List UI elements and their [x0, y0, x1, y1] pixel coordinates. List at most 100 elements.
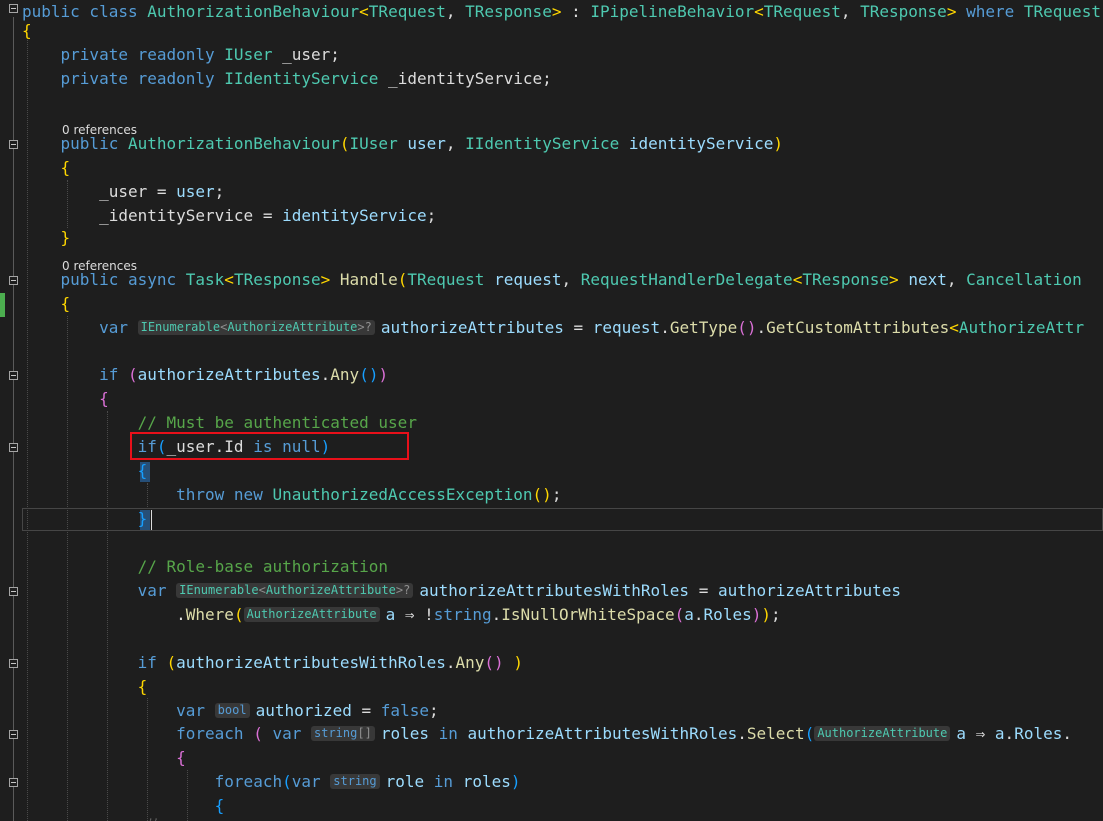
- code-token: authorizeAttributes: [137, 365, 321, 384]
- code-token: // Role-base authorization: [137, 557, 389, 576]
- code-token: IPipelineBehavior: [590, 2, 755, 21]
- fold-toggle-if-roles[interactable]: [9, 659, 18, 668]
- code-token: <: [754, 2, 764, 21]
- scroll-artifact: ,,: [148, 813, 159, 821]
- code-token: TRequest: [763, 2, 841, 21]
- code-token: ;: [214, 182, 225, 201]
- code-token: AuthorizationBehaviour: [147, 2, 360, 21]
- text-caret: [151, 510, 152, 530]
- code-token: public class: [22, 2, 148, 21]
- code-token: throw new: [176, 485, 273, 504]
- code-token: }: [60, 228, 71, 247]
- code-token: ,: [445, 2, 466, 21]
- fold-toggle-class[interactable]: [9, 4, 18, 13]
- code-token: }: [137, 509, 148, 528]
- code-token: >: [320, 270, 331, 289]
- fold-toggle-if-user-null[interactable]: [9, 443, 18, 452]
- code-token: var: [291, 772, 331, 791]
- code-line: throw new UnauthorizedAccessException();: [22, 483, 561, 507]
- code-token: ): [773, 134, 784, 153]
- code-token: (: [397, 270, 408, 289]
- code-token: string: [433, 605, 492, 624]
- code-token: ,: [946, 270, 967, 289]
- code-token: Select: [746, 724, 805, 743]
- inlay-type-hint: string: [330, 774, 380, 789]
- code-token: var: [176, 701, 215, 720]
- code-token: private readonly: [60, 45, 225, 64]
- code-token: _user;: [272, 45, 340, 64]
- code-token: =: [689, 581, 718, 600]
- fold-toggle-foreach-role[interactable]: [9, 778, 18, 787]
- code-token: GetCustomAttributes: [766, 318, 950, 337]
- code-token: ): [751, 605, 762, 624]
- fold-toggle-if-any[interactable]: [9, 371, 18, 380]
- code-token: .: [445, 653, 456, 672]
- inlay-hint-part: IEnumerable: [179, 583, 259, 597]
- inlay-type-hint: AuthorizeAttribute: [814, 726, 951, 741]
- code-token: in: [428, 724, 468, 743]
- code-token: IUser: [224, 45, 273, 64]
- code-token: a: [684, 605, 694, 624]
- code-line: {: [22, 292, 71, 316]
- inlay-hint-part: string: [314, 726, 358, 740]
- code-token: role: [385, 772, 425, 791]
- code-token: .: [693, 605, 704, 624]
- code-token: ;: [771, 605, 781, 624]
- code-token: :: [561, 2, 591, 21]
- code-token: <: [359, 2, 369, 21]
- code-token: ,: [561, 270, 581, 289]
- code-line: // Role-base authorization: [22, 555, 388, 579]
- code-token: IUser: [349, 134, 398, 153]
- fold-toggle-handle[interactable]: [9, 276, 18, 285]
- code-line: var IEnumerable<AuthorizeAttribute>? auth…: [22, 579, 901, 603]
- code-token: AuthorizeAttr: [958, 318, 1085, 337]
- code-token: <: [224, 270, 234, 289]
- change-indicator: [0, 293, 5, 317]
- code-token: (: [339, 134, 350, 153]
- code-token: Roles: [703, 605, 752, 624]
- inlay-hint-part: >?: [395, 583, 411, 597]
- code-token: identityService: [628, 134, 774, 153]
- code-token: TRequest: [407, 270, 485, 289]
- code-token: a: [994, 724, 1005, 743]
- code-token: Handle: [339, 270, 398, 289]
- code-line: public AuthorizationBehaviour(IUser user…: [22, 132, 784, 156]
- inlay-hint-part: AuthorizeAttribute: [817, 726, 948, 740]
- code-token: .: [660, 318, 670, 337]
- inlay-type-hint: AuthorizeAttribute: [243, 607, 380, 622]
- code-token: (: [166, 653, 177, 672]
- inlay-hint-part: []: [357, 726, 372, 740]
- code-editor[interactable]: public class AuthorizationBehaviour<TReq…: [0, 0, 1103, 821]
- code-token: .: [737, 724, 747, 743]
- code-line: if (authorizeAttributes.Any()): [22, 363, 388, 387]
- code-token: ;: [426, 206, 437, 225]
- code-line: private readonly IUser _user;: [22, 43, 340, 67]
- code-token: var: [272, 724, 311, 743]
- code-token: ;: [551, 485, 562, 504]
- code-token: next: [908, 270, 947, 289]
- code-token: IIdentityService: [465, 134, 620, 153]
- current-line-indicator: [22, 508, 1103, 531]
- code-token: {: [176, 748, 186, 767]
- fold-toggle-foreach-roles[interactable]: [9, 730, 18, 739]
- inlay-hint-part: AuthorizeAttribute: [246, 607, 377, 621]
- code-line: {: [22, 794, 225, 818]
- code-line: {: [22, 156, 71, 180]
- code-token: (): [737, 318, 757, 337]
- fold-toggle-constructor[interactable]: [9, 140, 18, 149]
- fold-toggle-var-roles[interactable]: [9, 587, 18, 596]
- code-token: >: [889, 270, 899, 289]
- code-line: private readonly IIdentityService _ident…: [22, 67, 552, 91]
- inlay-type-hint: bool: [214, 703, 250, 718]
